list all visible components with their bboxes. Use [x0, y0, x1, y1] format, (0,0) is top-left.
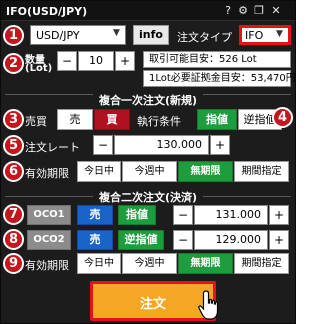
- symbol-value: USD/JPY: [36, 29, 80, 42]
- info-button[interactable]: info: [133, 25, 169, 45]
- oco2-rate-input[interactable]: 129.000: [194, 230, 268, 250]
- oco2-label: OCO2: [27, 230, 71, 250]
- annotation-5: 5: [3, 135, 24, 156]
- annotation-3: 3: [3, 109, 24, 130]
- annotation-2: 2: [3, 53, 24, 74]
- oco1-limit-button[interactable]: 指値: [118, 205, 156, 225]
- quantity-plus-button[interactable]: +: [115, 51, 135, 71]
- rate-plus-button[interactable]: +: [210, 135, 230, 155]
- expiry-label: 有効期限: [25, 259, 69, 272]
- order-type-select[interactable]: IFO ▼: [239, 25, 291, 45]
- gear-icon[interactable]: ⚙: [237, 4, 249, 17]
- oco2-plus-button[interactable]: +: [269, 230, 289, 250]
- oco1-label: OCO1: [27, 205, 71, 225]
- order-type-label: 注文タイプ: [177, 31, 232, 44]
- oco1-rate-input[interactable]: 131.000: [194, 205, 268, 225]
- annotation-6: 6: [3, 161, 24, 182]
- expiry-indefinite-button[interactable]: 無期限: [178, 161, 233, 182]
- annotation-9: 9: [3, 253, 24, 274]
- expiry-today-button[interactable]: 今日中: [77, 161, 121, 182]
- annotation-4: 4: [272, 107, 293, 128]
- oco1-sell-button[interactable]: 売: [77, 205, 113, 225]
- rate-minus-button[interactable]: −: [93, 135, 113, 155]
- required-margin: 1Lot必要証拠金目安：53,470円: [143, 70, 296, 87]
- buy-button[interactable]: 買: [94, 109, 130, 130]
- rate-label: 注文レート: [25, 141, 80, 154]
- chevron-down-icon: ▼: [113, 28, 120, 38]
- sell-button[interactable]: 売: [57, 109, 93, 130]
- available-lots: 取引可能目安：526 Lot: [143, 51, 291, 68]
- oco1-minus-button[interactable]: −: [173, 205, 193, 225]
- side-label: 売買: [25, 115, 47, 128]
- window-title: IFO(USD/JPY): [6, 5, 88, 18]
- rate-input[interactable]: 130.000: [114, 135, 209, 155]
- oco-expiry-today-button[interactable]: 今日中: [77, 253, 121, 274]
- title-bar[interactable]: IFO(USD/JPY) ? ⚙ ❐ ✕: [1, 1, 295, 21]
- annotation-7: 7: [3, 204, 24, 225]
- order-type-value: IFO: [245, 29, 264, 42]
- submit-label: 注文: [139, 297, 166, 312]
- limit-button[interactable]: 指値: [197, 109, 237, 130]
- oco1-plus-button[interactable]: +: [269, 205, 289, 225]
- quantity-unit-label: (Lot): [25, 63, 53, 74]
- condition-label: 執行条件: [137, 115, 181, 128]
- expiry-label: 有効期限: [25, 167, 69, 180]
- quantity-minus-button[interactable]: −: [57, 51, 77, 71]
- order-window: IFO(USD/JPY) ? ⚙ ❐ ✕ USD/JPY ▼ info 注文タイ…: [0, 0, 296, 324]
- chevron-down-icon: ▼: [276, 29, 283, 39]
- oco2-sell-button[interactable]: 売: [77, 230, 113, 250]
- oco-expiry-period-button[interactable]: 期間指定: [234, 253, 289, 274]
- help-icon[interactable]: ?: [222, 4, 234, 17]
- quantity-input[interactable]: 10: [78, 51, 114, 71]
- restore-icon[interactable]: ❐: [253, 4, 265, 17]
- annotation-1: 1: [3, 25, 24, 46]
- oco2-stop-button[interactable]: 逆指値: [118, 230, 164, 250]
- oco2-minus-button[interactable]: −: [173, 230, 193, 250]
- first-order-title: 複合一次注文(新規): [1, 92, 295, 108]
- symbol-select[interactable]: USD/JPY ▼: [30, 25, 126, 45]
- oco-expiry-this-week-button[interactable]: 今週中: [122, 253, 177, 274]
- hand-cursor-icon: [198, 290, 219, 320]
- expiry-this-week-button[interactable]: 今週中: [122, 161, 177, 182]
- close-icon[interactable]: ✕: [270, 4, 282, 17]
- second-order-title: 複合二次注文(決済): [1, 189, 295, 205]
- annotation-8: 8: [3, 229, 24, 250]
- expiry-period-button[interactable]: 期間指定: [234, 161, 289, 182]
- oco-expiry-indefinite-button[interactable]: 無期限: [178, 253, 233, 274]
